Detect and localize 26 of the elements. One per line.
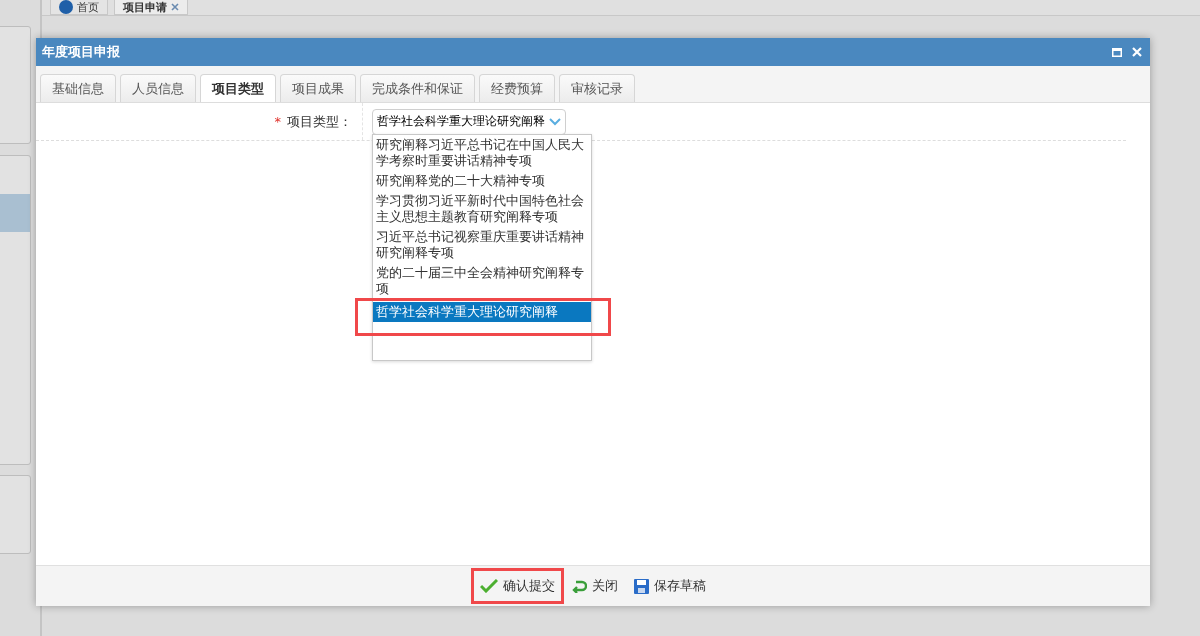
- dropdown-option[interactable]: 哲学社会科学重大理论研究阐释: [373, 302, 591, 322]
- tab[interactable]: 项目成果: [280, 74, 356, 102]
- tab[interactable]: 人员信息: [120, 74, 196, 102]
- save-button[interactable]: 保存草稿: [628, 571, 712, 601]
- field-label: 项目类型：: [287, 112, 352, 131]
- required-mark: *: [274, 114, 281, 129]
- checkmark-icon: [480, 579, 498, 593]
- page-tab[interactable]: 项目申请: [114, 0, 188, 15]
- close-icon[interactable]: [171, 3, 179, 11]
- chevron-down-icon: [549, 117, 561, 126]
- close-button[interactable]: 关闭: [565, 571, 624, 601]
- dropdown-option[interactable]: 研究阐释习近平总书记在中国人民大学考察时重要讲话精神专项: [373, 135, 591, 171]
- tab[interactable]: 完成条件和保证: [360, 74, 475, 102]
- confirm-button[interactable]: 确认提交: [474, 571, 561, 601]
- window-title: 年度项目申报: [42, 43, 121, 61]
- maximize-icon[interactable]: [1112, 47, 1122, 57]
- tab[interactable]: 审核记录: [559, 74, 635, 102]
- dropdown-option[interactable]: 党的二十届三中全会精神研究阐释专项: [373, 263, 591, 299]
- dropdown-option[interactable]: 学习贯彻习近平新时代中国特色社会主义思想主题教育研究阐释专项: [373, 191, 591, 227]
- dropdown-option[interactable]: 习近平总书记视察重庆重要讲话精神研究阐释专项: [373, 227, 591, 263]
- tab[interactable]: 经费预算: [479, 74, 555, 102]
- page-tab[interactable]: 首页: [50, 0, 108, 15]
- return-arrow-icon: [571, 579, 587, 593]
- dropdown-option[interactable]: 研究阐释党的二十大精神专项: [373, 171, 591, 191]
- tab[interactable]: 项目类型: [200, 74, 276, 102]
- tab[interactable]: 基础信息: [40, 74, 116, 102]
